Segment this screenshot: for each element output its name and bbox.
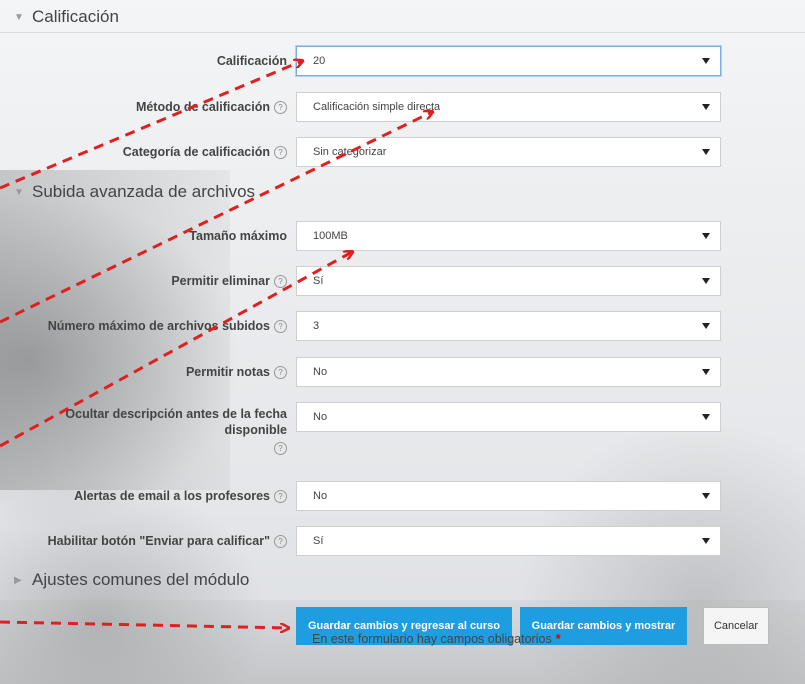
- caret-down-icon: [702, 278, 710, 284]
- section-subida-avanzada[interactable]: ▼ Subida avanzada de archivos: [0, 177, 805, 207]
- ocultar-descripcion-select[interactable]: No: [296, 402, 721, 432]
- field-label: Número máximo de archivos subidos?: [48, 319, 287, 333]
- max-archivos-select[interactable]: 3: [296, 311, 721, 341]
- help-icon[interactable]: ?: [274, 365, 287, 379]
- required-star-icon: *: [555, 632, 561, 646]
- section-calificacion[interactable]: ▼ Calificación: [0, 2, 805, 33]
- alertas-email-select[interactable]: No: [296, 481, 721, 511]
- field-label: Permitir eliminar?: [171, 274, 287, 288]
- chevron-down-icon: ▼: [14, 186, 24, 198]
- required-fields-note: En este formulario hay campos obligatori…: [312, 632, 561, 646]
- help-icon[interactable]: ?: [274, 319, 287, 333]
- caret-down-icon: [702, 369, 710, 375]
- caret-down-icon: [702, 414, 710, 420]
- help-icon[interactable]: ?: [274, 100, 287, 114]
- field-label: Calificación: [216, 54, 287, 68]
- calificacion-select[interactable]: 20: [296, 46, 721, 76]
- help-icon[interactable]: ?: [274, 145, 287, 159]
- metodo-calificacion-select[interactable]: Calificación simple directa: [296, 92, 721, 122]
- enviar-calificar-select[interactable]: Sí: [296, 526, 721, 556]
- field-label: Categoría de calificación?: [123, 145, 287, 159]
- permitir-notas-select[interactable]: No: [296, 357, 721, 387]
- caret-down-icon: [702, 58, 710, 64]
- help-icon[interactable]: ?: [274, 534, 287, 548]
- caret-down-icon: [702, 233, 710, 239]
- section-ajustes-comunes[interactable]: ▶ Ajustes comunes del módulo: [0, 565, 805, 595]
- caret-down-icon: [702, 323, 710, 329]
- field-label: Tamaño máximo: [189, 229, 287, 243]
- tamano-maximo-select[interactable]: 100MB: [296, 221, 721, 251]
- section-title: Ajustes comunes del módulo: [32, 570, 250, 589]
- caret-down-icon: [702, 493, 710, 499]
- caret-down-icon: [702, 104, 710, 110]
- field-label: Habilitar botón "Enviar para calificar"?: [48, 534, 287, 548]
- assignment-settings-form: ▼ Calificación Calificación 20 Método de…: [0, 0, 805, 684]
- cancel-button[interactable]: Cancelar: [703, 607, 769, 645]
- section-title: Subida avanzada de archivos: [32, 182, 256, 201]
- field-label: Permitir notas?: [186, 365, 287, 379]
- chevron-right-icon: ▶: [14, 574, 22, 586]
- section-title: Calificación: [32, 7, 119, 26]
- caret-down-icon: [702, 538, 710, 544]
- permitir-eliminar-select[interactable]: Sí: [296, 266, 721, 296]
- categoria-calificacion-select[interactable]: Sin categorizar: [296, 137, 721, 167]
- help-icon[interactable]: ?: [274, 489, 287, 503]
- caret-down-icon: [702, 149, 710, 155]
- field-label: Alertas de email a los profesores?: [74, 489, 287, 503]
- help-icon[interactable]: ?: [274, 274, 287, 288]
- field-label: Método de calificación?: [136, 100, 287, 114]
- chevron-down-icon: ▼: [14, 11, 24, 23]
- field-label: Ocultar descripción antes de la fecha di…: [65, 407, 287, 455]
- help-icon[interactable]: ?: [274, 442, 287, 455]
